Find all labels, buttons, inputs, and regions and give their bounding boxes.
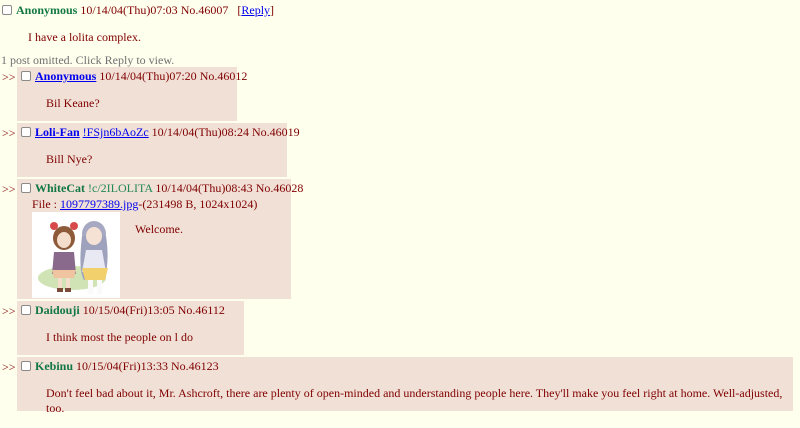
tripcode-link[interactable]: !FSjn6bAoZc	[83, 125, 149, 139]
tripcode: !c/2ILOLITA	[88, 181, 153, 195]
post-number: No.46012	[199, 69, 248, 83]
post-number: No.46028	[255, 181, 304, 195]
reply-delete-checkbox[interactable]	[21, 361, 31, 371]
poster-name: WhiteCat	[35, 181, 85, 195]
reply-delete-checkbox[interactable]	[21, 127, 31, 137]
op-post: Anonymous 10/14/04(Thu)07:03 No.46007 [R…	[2, 3, 274, 18]
op-poster-name: Anonymous	[16, 3, 78, 17]
post-body: Bill Nye?	[46, 152, 93, 166]
image-thumbnail[interactable]	[32, 212, 120, 298]
reply-arrow: >>	[2, 304, 16, 318]
reply-post: Loli-Fan !FSjn6bAoZc 10/14/04(Thu)08:24 …	[17, 123, 300, 177]
reply-delete-checkbox[interactable]	[21, 71, 31, 81]
reply-delete-checkbox[interactable]	[21, 305, 31, 315]
post-number: No.46112	[177, 303, 225, 317]
file-name-link[interactable]: 1097797389.jpg	[60, 197, 138, 211]
reply-post: Kebinu 10/15/04(Fri)13:33 No.46123 Don't…	[17, 357, 793, 415]
reply-post: WhiteCat !c/2ILOLITA 10/14/04(Thu)08:43 …	[17, 179, 303, 299]
post-datetime: 10/15/04(Fri)13:33	[76, 359, 169, 373]
poster-name: Kebinu	[35, 359, 74, 373]
file-info-line: File : 1097797389.jpg-(231498 B, 1024x10…	[21, 197, 287, 211]
reply-post: Anonymous 10/14/04(Thu)07:20 No.46012 Bi…	[17, 67, 247, 121]
post-datetime: 10/15/04(Fri)13:05	[82, 303, 175, 317]
op-post-number: No.46007	[180, 3, 229, 17]
reply-arrow: >>	[2, 70, 16, 84]
post-body: Don't feel bad about it, Mr. Ashcroft, t…	[46, 386, 783, 415]
op-delete-checkbox[interactable]	[2, 5, 12, 15]
post-number: No.46019	[252, 125, 300, 139]
reply-delete-checkbox[interactable]	[21, 183, 31, 193]
post-body: Welcome.	[135, 222, 184, 236]
poster-name: Daidouji	[35, 303, 80, 317]
reply-arrow: >>	[2, 126, 16, 140]
anime-girls-illustration	[32, 212, 120, 298]
reply-arrow: >>	[2, 360, 16, 374]
reply-link[interactable]: Reply	[241, 3, 270, 17]
poster-name-link[interactable]: Loli-Fan	[35, 125, 80, 139]
reply-arrow: >>	[2, 182, 16, 196]
reply-bracket-close: ]	[270, 3, 275, 17]
op-datetime: 10/14/04(Thu)07:03	[80, 3, 178, 17]
poster-name-link[interactable]: Anonymous	[35, 69, 96, 83]
post-datetime: 10/14/04(Thu)08:24	[151, 125, 249, 139]
file-label: File :	[32, 197, 58, 211]
op-body: I have a lolita complex.	[28, 30, 141, 44]
post-datetime: 10/14/04(Thu)07:20	[99, 69, 197, 83]
post-datetime: 10/14/04(Thu)08:43	[155, 181, 253, 195]
post-number: No.46123	[171, 359, 219, 373]
reply-post: Daidouji 10/15/04(Fri)13:05 No.46112 I t…	[17, 301, 244, 355]
file-details: -(231498 B, 1024x1024)	[138, 197, 258, 211]
omitted-posts-notice: 1 post omitted. Click Reply to view.	[1, 53, 175, 67]
post-body: I think most the people on l do	[46, 330, 193, 344]
post-body: Bil Keane?	[46, 96, 100, 110]
